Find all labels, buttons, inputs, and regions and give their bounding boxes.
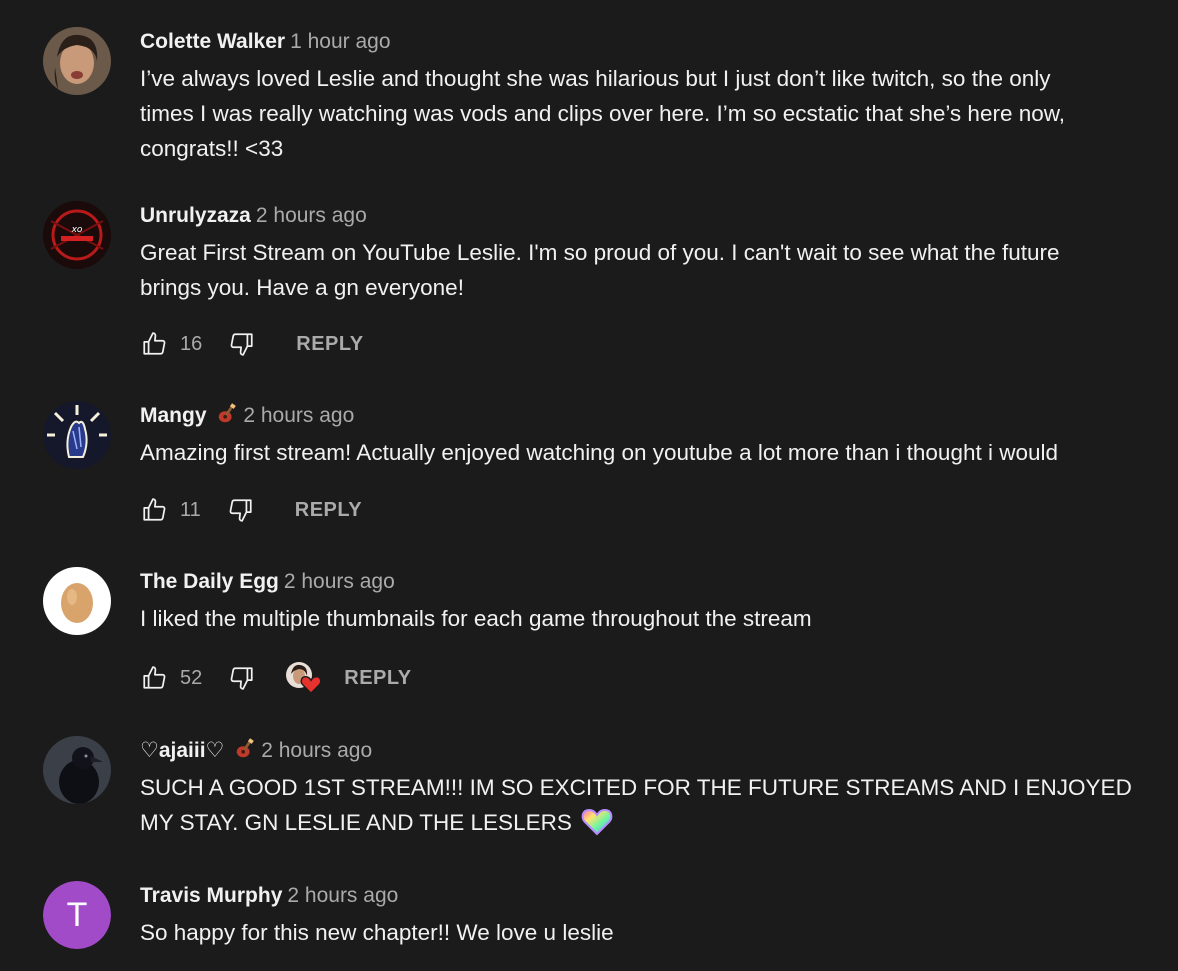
comment-text-line: So happy for this new chapter!! We love … xyxy=(140,920,614,945)
comment-body: ♡ajaiii♡ 2 hours ago SUCH A GOOD 1ST STR… xyxy=(140,737,1148,840)
comment-text-line: brings you. Have a gn everyone! xyxy=(140,275,464,300)
comment-body: The Daily Egg 2 hours ago I liked the mul… xyxy=(140,568,1148,636)
reply-button[interactable]: REPLY xyxy=(344,667,411,690)
dislike-button[interactable] xyxy=(228,330,256,358)
comment-actions: 16 REPLY xyxy=(140,329,364,359)
thumbs-up-icon xyxy=(143,498,166,521)
avatar-crow xyxy=(43,736,111,804)
heart-icon xyxy=(300,676,322,694)
comment-author[interactable]: The Daily Egg xyxy=(140,570,279,593)
avatar[interactable]: xo xyxy=(43,201,111,269)
avatar-red-logo: xo xyxy=(43,201,111,269)
comment-text-line: congrats!! <33 xyxy=(140,136,284,161)
reply-button[interactable]: REPLY xyxy=(296,333,363,356)
thumbs-down-icon xyxy=(230,667,253,690)
like-button[interactable] xyxy=(140,496,168,524)
avatar[interactable] xyxy=(43,27,111,95)
comment-text-line: I’ve always loved Leslie and thought she… xyxy=(140,66,1051,91)
avatar[interactable] xyxy=(43,567,111,635)
avatar-letter: T xyxy=(66,895,88,934)
comment-body: Mangy 2 hours ago Amazing first stream! … xyxy=(140,402,1148,470)
comment-text: SUCH A GOOD 1ST STREAM!!! IM SO EXCITED … xyxy=(140,770,1148,840)
comment-text: I’ve always loved Leslie and thought she… xyxy=(140,61,1148,166)
comment-text-line: I liked the multiple thumbnails for each… xyxy=(140,606,812,631)
like-count: 52 xyxy=(180,666,203,689)
comment-author[interactable]: Mangy xyxy=(140,404,207,427)
thumbs-down-icon xyxy=(230,333,253,356)
avatar-photo xyxy=(43,27,111,95)
dislike-button[interactable] xyxy=(228,664,256,692)
avatar[interactable] xyxy=(43,401,111,469)
comment-text-line: times I was really watching was vods and… xyxy=(140,101,1066,126)
avatar[interactable]: T xyxy=(43,881,111,949)
thumbs-down-icon xyxy=(229,499,252,522)
comment-text-line: Great First Stream on YouTube Leslie. I'… xyxy=(140,240,1060,265)
creator-heart xyxy=(286,662,322,694)
comment-timestamp[interactable]: 1 hour ago xyxy=(290,30,390,53)
comment-author[interactable]: Unrulyzaza xyxy=(140,204,251,227)
like-count: 16 xyxy=(180,332,203,355)
like-count: 11 xyxy=(180,498,201,521)
comment-body: Colette Walker 1 hour ago I’ve always lov… xyxy=(140,28,1148,166)
comment-actions: 11 REPLY xyxy=(140,495,362,525)
avatar[interactable] xyxy=(43,736,111,804)
comment-body: Travis Murphy 2 hours ago So happy for th… xyxy=(140,882,1148,950)
comment-text: So happy for this new chapter!! We love … xyxy=(140,915,1148,950)
comment-actions: 52 REPLY xyxy=(140,662,412,694)
rainbow-heart-icon xyxy=(581,808,613,836)
comment-text: I liked the multiple thumbnails for each… xyxy=(140,601,1148,636)
like-button[interactable] xyxy=(140,330,168,358)
guitar-badge-icon xyxy=(219,403,237,423)
comment-text-line: SUCH A GOOD 1ST STREAM!!! IM SO EXCITED … xyxy=(140,775,1132,800)
reply-button[interactable]: REPLY xyxy=(295,499,362,522)
thumbs-up-icon xyxy=(143,332,166,355)
comment-timestamp[interactable]: 2 hours ago xyxy=(261,739,372,762)
comment-timestamp[interactable]: 2 hours ago xyxy=(256,204,367,227)
avatar-egg xyxy=(43,567,111,635)
comment-author[interactable]: ♡ajaiii♡ xyxy=(140,739,224,762)
comment-text: Great First Stream on YouTube Leslie. I'… xyxy=(140,235,1148,305)
comment-timestamp[interactable]: 2 hours ago xyxy=(284,570,395,593)
comment-author[interactable]: Colette Walker xyxy=(140,30,285,53)
like-button[interactable] xyxy=(140,664,168,692)
avatar-hand-art xyxy=(43,401,111,469)
comment-text-line: MY STAY. GN LESLIE AND THE LESLERS xyxy=(140,805,1148,840)
svg-text:xo: xo xyxy=(71,225,83,235)
thumbs-up-icon xyxy=(143,666,166,689)
comment-text-line-content: MY STAY. GN LESLIE AND THE LESLERS xyxy=(140,810,572,835)
comment-author[interactable]: Travis Murphy xyxy=(140,884,282,907)
comment-timestamp[interactable]: 2 hours ago xyxy=(243,404,354,427)
avatar-letter-bg: T xyxy=(43,881,111,949)
dislike-button[interactable] xyxy=(227,496,255,524)
comment-timestamp[interactable]: 2 hours ago xyxy=(287,884,398,907)
guitar-badge-icon xyxy=(236,738,255,758)
comment-text-line: Amazing first stream! Actually enjoyed w… xyxy=(140,440,1059,465)
comment-body: Unrulyzaza 2 hours ago Great First Stream… xyxy=(140,202,1148,305)
comment-text: Amazing first stream! Actually enjoyed w… xyxy=(140,435,1148,470)
